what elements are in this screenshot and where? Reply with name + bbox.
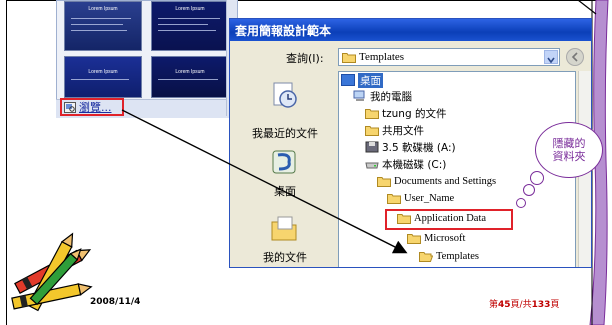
folder-icon: [365, 109, 379, 119]
look-in-label: 查詢(I):: [286, 52, 324, 65]
callout-line-2: 資料夾: [552, 150, 586, 163]
callout-bubble: [516, 198, 526, 208]
desktop-icon: [272, 150, 296, 174]
tree-item-label: Documents and Settings: [394, 175, 497, 187]
desktop-icon: [341, 74, 355, 86]
thumbnail-title: Lorem Ipsum: [175, 6, 205, 12]
look-in-dropdown[interactable]: Templates: [338, 48, 560, 66]
page-total: 133: [531, 300, 551, 310]
places-bar: 我最近的文件 桌面 我的文件: [235, 71, 335, 267]
tree-item-templates[interactable]: Templates: [419, 248, 479, 264]
place-label: 我的文件: [263, 251, 307, 264]
dialog-title: 套用簡報設計範本: [235, 24, 332, 38]
thumbnail-title: Lorem Ipsum: [88, 6, 118, 12]
tree-item-label: Templates: [436, 250, 479, 262]
callout-bubble: [530, 171, 544, 185]
tree-item-my-computer[interactable]: 我的電腦: [353, 88, 412, 104]
hard-drive-icon: [365, 162, 379, 169]
tree-item-user-name[interactable]: User_Name: [387, 190, 454, 206]
tree-item-label: 桌面: [358, 72, 383, 88]
slide-date: 2008/11/4: [90, 297, 141, 307]
folder-icon: [407, 234, 421, 244]
chevron-down-icon[interactable]: [544, 50, 558, 64]
back-arrow-icon: [571, 52, 578, 62]
place-desktop[interactable]: 桌面: [235, 143, 335, 205]
tree-item-desktop[interactable]: 桌面: [341, 72, 383, 88]
folder-icon: [365, 126, 379, 136]
my-documents-icon: [271, 216, 297, 241]
tree-item-label: 本機磁碟 (C:): [382, 158, 447, 171]
recent-documents-icon: [273, 82, 297, 108]
thumbnail-title: Lorem Ipsum: [175, 69, 205, 75]
tree-item-microsoft[interactable]: Microsoft: [407, 230, 465, 246]
tree-item-shared-documents[interactable]: 共用文件: [365, 122, 424, 138]
tree-item-label: 共用文件: [382, 124, 424, 137]
tree-item-floppy-drive[interactable]: 3.5 軟碟機 (A:): [365, 139, 456, 155]
folder-tree-list: 桌面 我的電腦 tzung 的文件 共用文件 3.5 軟碟機 (A:) 本機磁碟…: [338, 71, 576, 267]
tree-item-user-documents[interactable]: tzung 的文件: [365, 105, 446, 121]
crayons-clipart: [11, 232, 93, 312]
application-data-highlight: [385, 209, 513, 230]
place-my-documents[interactable]: 我的文件: [235, 207, 335, 267]
folder-icon: [387, 194, 401, 204]
browse-button[interactable]: 瀏覽...: [60, 98, 124, 116]
template-thumbnail[interactable]: Lorem Ipsum: [64, 1, 142, 51]
slide: Lorem Ipsum Lorem Ipsum Lorem Ipsum Lore…: [0, 0, 612, 325]
tree-item-label: Microsoft: [424, 232, 466, 244]
browse-icon: [64, 101, 76, 113]
callout-bubble: [523, 184, 535, 196]
tree-item-label: 3.5 軟碟機 (A:): [382, 141, 456, 154]
tree-item-local-disk[interactable]: 本機磁碟 (C:): [365, 156, 446, 172]
look-in-value: Templates: [359, 51, 405, 63]
place-recent-documents[interactable]: 我最近的文件: [235, 71, 335, 141]
dialog-titlebar[interactable]: 套用簡報設計範本: [230, 19, 591, 41]
template-thumbnail[interactable]: Lorem Ipsum: [64, 56, 142, 98]
template-thumbnail[interactable]: Lorem Ipsum: [151, 56, 229, 98]
back-button[interactable]: [566, 48, 584, 66]
tree-item-label: User_Name: [404, 192, 455, 204]
folder-icon: [342, 53, 356, 63]
tree-item-label: tzung 的文件: [382, 107, 447, 120]
page-current: 45: [498, 300, 511, 310]
my-computer-icon: [353, 90, 365, 101]
browse-label: 瀏覽...: [79, 101, 112, 114]
place-label: 我最近的文件: [252, 127, 318, 140]
tree-item-label: 我的電腦: [370, 90, 412, 103]
thumbnail-title: Lorem Ipsum: [88, 69, 118, 75]
place-label: 桌面: [274, 185, 296, 198]
callout-line-1: 隱藏的: [552, 137, 586, 150]
template-thumbnail[interactable]: Lorem Ipsum: [151, 1, 229, 51]
folder-icon: [377, 177, 391, 187]
hidden-folder-callout: 隱藏的 資料夾: [535, 122, 603, 178]
floppy-drive-icon: [365, 141, 379, 153]
slide-page-number: 第45頁/共133頁: [489, 300, 560, 310]
open-folder-icon: [419, 252, 433, 262]
tree-item-documents-and-settings[interactable]: Documents and Settings: [377, 173, 496, 189]
